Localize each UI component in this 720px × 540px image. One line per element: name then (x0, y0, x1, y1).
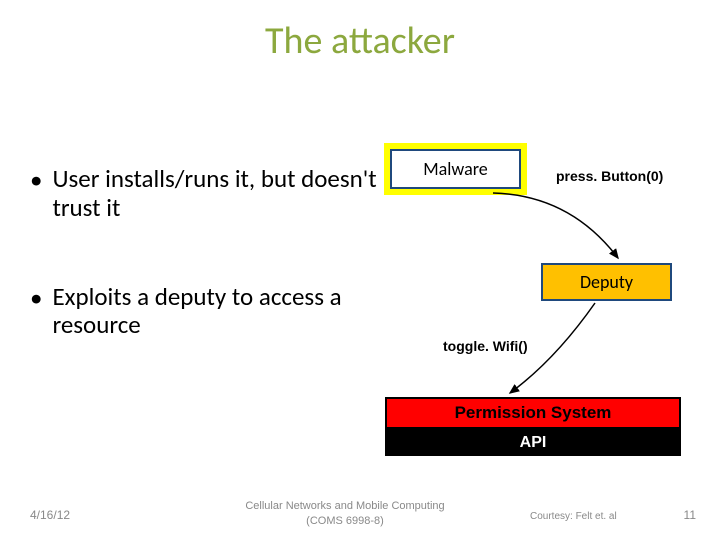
slide-title: The attacker (0, 0, 720, 64)
press-button-label: press. Button(0) (556, 168, 663, 184)
footer-credit: Courtesy: Felt et. al (530, 511, 617, 522)
footer-course-line1: Cellular Networks and Mobile Computing (245, 500, 444, 512)
bullet-item: • Exploits a deputy to access a resource (30, 283, 380, 341)
arrow-malware-to-deputy (490, 190, 640, 270)
api-box: API (385, 429, 681, 456)
bullet-marker: • (30, 165, 42, 223)
footer-credit-prefix: Courtesy: (530, 511, 573, 522)
bullet-list: • User installs/runs it, but doesn't tru… (30, 165, 380, 400)
bullet-text: Exploits a deputy to access a resource (52, 283, 380, 341)
footer-credit-name: Felt et. al (576, 511, 617, 522)
footer-course: Cellular Networks and Mobile Computing (… (230, 499, 460, 528)
arrow-deputy-to-permission (500, 300, 620, 400)
bullet-text: User installs/runs it, but doesn't trust… (52, 165, 380, 223)
footer-page-number: 11 (684, 508, 696, 522)
bullet-marker: • (30, 283, 42, 341)
malware-box: Malware (390, 149, 521, 189)
deputy-box: Deputy (541, 263, 672, 301)
bullet-item: • User installs/runs it, but doesn't tru… (30, 165, 380, 223)
footer-date: 4/16/12 (30, 508, 70, 522)
footer-course-line2: (COMS 6998-8) (306, 515, 384, 527)
permission-system-box: Permission System (385, 397, 681, 429)
